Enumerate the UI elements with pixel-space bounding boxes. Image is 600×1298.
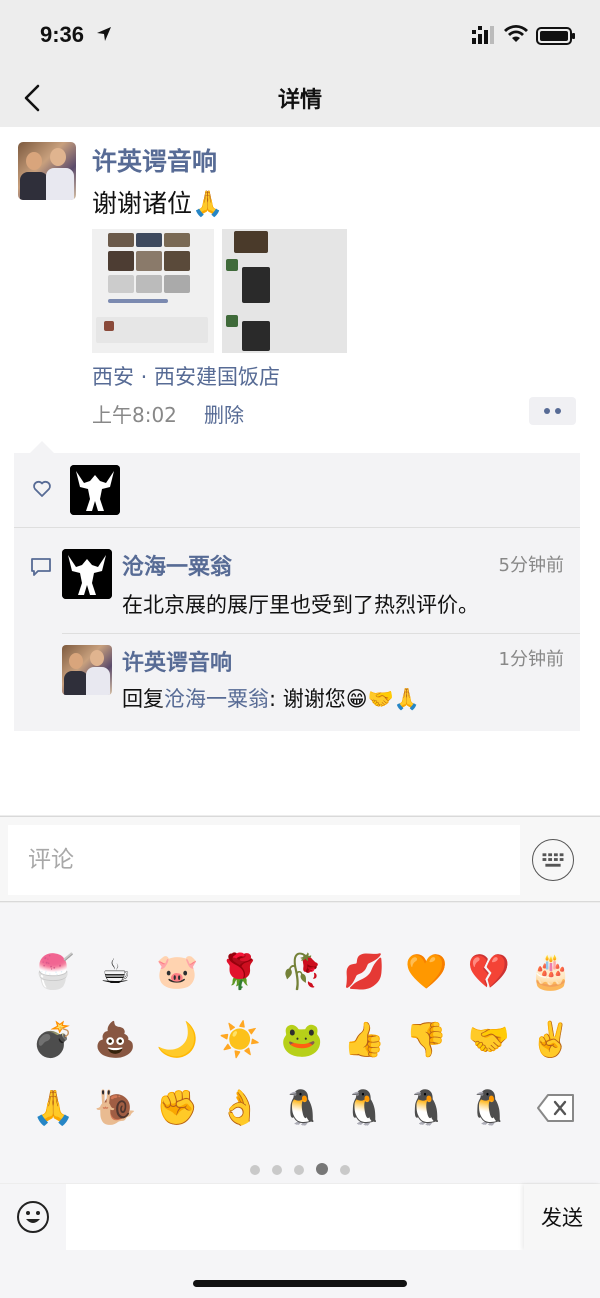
emoji-item[interactable]: 🌹 bbox=[209, 941, 271, 1003]
emoji-item[interactable]: 🐧 bbox=[333, 1077, 395, 1139]
comment-time: 5分钟前 bbox=[498, 555, 564, 576]
emoji-item[interactable]: 🐧 bbox=[395, 1077, 457, 1139]
message-field[interactable] bbox=[66, 1184, 524, 1250]
emoji-item[interactable]: 🌙 bbox=[146, 1009, 208, 1071]
liker-avatar[interactable] bbox=[70, 465, 120, 515]
author-avatar[interactable] bbox=[18, 142, 76, 200]
emoji-item[interactable]: 👍 bbox=[333, 1009, 395, 1071]
post-time: 上午8:02 bbox=[92, 403, 177, 427]
emoji-row: 🍧 ☕ 🐷 🌹 🥀 💋 🧡 💔 🎂 bbox=[22, 941, 582, 1009]
emoji-item[interactable]: 🎂 bbox=[520, 941, 582, 1003]
emoji-row: 💣 💩 🌙 ☀️ 🐸 👍 👎 🤝 ✌️ bbox=[22, 1009, 582, 1077]
emoji-item[interactable]: ✌️ bbox=[520, 1009, 582, 1071]
interaction-panel: 沧海一粟翁 5分钟前 在北京展的展厅里也受到了热烈评价。 许英谔音响 1分钟前 … bbox=[14, 453, 580, 731]
status-bar: 9:36 bbox=[0, 0, 600, 70]
emoji-item[interactable]: ☕ bbox=[84, 941, 146, 1003]
page-title: 详情 bbox=[277, 88, 322, 113]
battery-icon bbox=[536, 27, 575, 45]
emoji-item[interactable]: 🥀 bbox=[271, 941, 333, 1003]
reply-author[interactable]: 许英谔音响 bbox=[122, 645, 232, 677]
heart-icon bbox=[33, 480, 51, 497]
home-indicator[interactable] bbox=[193, 1280, 407, 1287]
emoji-grid: 🍧 ☕ 🐷 🌹 🥀 💋 🧡 💔 🎂 💣 💩 🌙 ☀️ 🐸 👍 👎 🤝 ✌️ 🙏 🐌 ✊ 👌 🐧 🐧 🐧 🐧 bbox=[22, 941, 582, 1145]
likes-row bbox=[14, 453, 580, 527]
post-author-name[interactable]: 许英谔音响 bbox=[92, 142, 217, 178]
location-arrow-icon bbox=[97, 27, 111, 41]
emoji-row: 🙏 🐌 ✊ 👌 🐧 🐧 🐧 🐧 bbox=[22, 1077, 582, 1145]
emoji-item[interactable]: ☀️ bbox=[209, 1009, 271, 1071]
emoji-item[interactable]: 🙏 bbox=[22, 1077, 84, 1139]
signal-icon bbox=[472, 26, 494, 44]
emoji-item[interactable]: 🤝 bbox=[458, 1009, 520, 1071]
comment-input[interactable] bbox=[8, 825, 520, 895]
page-dot[interactable] bbox=[250, 1165, 260, 1175]
emoji-item[interactable]: 🧡 bbox=[395, 941, 457, 1003]
post-detail: 许英谔音响 谢谢诸位🙏 西安 · 西安建国饭店 上午8:02 删除 沧海一粟翁 … bbox=[0, 127, 600, 815]
comment-text[interactable]: 在北京展的展厅里也受到了热烈评价。 bbox=[122, 589, 479, 619]
page-dot[interactable] bbox=[272, 1165, 282, 1175]
comment-input-bar bbox=[0, 816, 600, 902]
emoji-panel: 🍧 ☕ 🐷 🌹 🥀 💋 🧡 💔 🎂 💣 💩 🌙 ☀️ 🐸 👍 👎 🤝 ✌️ 🙏 🐌 ✊ 👌 🐧 🐧 🐧 🐧 bbox=[0, 903, 600, 1183]
bubble-arrow bbox=[30, 441, 54, 453]
emoji-item[interactable]: 🐧 bbox=[271, 1077, 333, 1139]
post-location[interactable]: 西安 · 西安建国饭店 bbox=[92, 361, 280, 391]
reply-to-name[interactable]: 沧海一粟翁 bbox=[164, 687, 269, 711]
comment-author[interactable]: 沧海一粟翁 bbox=[122, 549, 232, 581]
commenter-avatar[interactable] bbox=[62, 549, 112, 599]
reply-text[interactable]: 回复沧海一粟翁: 谢谢您😁🤝🙏 bbox=[122, 683, 420, 713]
backspace-icon bbox=[536, 1094, 574, 1122]
page-indicator bbox=[0, 1160, 600, 1179]
emoji-item[interactable]: 💔 bbox=[458, 941, 520, 1003]
reply-time: 1分钟前 bbox=[498, 649, 564, 670]
send-button[interactable]: 发送 bbox=[524, 1184, 600, 1250]
comment-icon bbox=[31, 558, 51, 576]
page-dot[interactable] bbox=[294, 1165, 304, 1175]
reply-author-avatar[interactable] bbox=[62, 645, 112, 695]
divider bbox=[62, 633, 580, 634]
emoji-item[interactable]: 👎 bbox=[395, 1009, 457, 1071]
wifi-icon bbox=[504, 25, 528, 42]
emoji-item[interactable]: 🐌 bbox=[84, 1077, 146, 1139]
more-actions-button[interactable] bbox=[529, 397, 576, 425]
smiley-icon[interactable] bbox=[16, 1200, 50, 1234]
home-indicator-area bbox=[0, 1250, 600, 1298]
bottom-toolbar: 发送 bbox=[0, 1184, 600, 1250]
emoji-item[interactable]: 💣 bbox=[22, 1009, 84, 1071]
page-dot[interactable] bbox=[340, 1165, 350, 1175]
emoji-item[interactable]: 🍧 bbox=[22, 941, 84, 1003]
delete-link[interactable]: 删除 bbox=[204, 399, 244, 428]
emoji-item[interactable]: ✊ bbox=[146, 1077, 208, 1139]
divider bbox=[14, 527, 580, 528]
reply-body: : 谢谢您😁🤝🙏 bbox=[269, 687, 420, 711]
keyboard-toggle-button[interactable] bbox=[532, 839, 574, 881]
emoji-item[interactable]: 🐷 bbox=[146, 941, 208, 1003]
post-image-2[interactable] bbox=[222, 229, 347, 353]
status-time: 9:36 bbox=[40, 22, 85, 47]
emoji-item[interactable]: 🐧 bbox=[458, 1077, 520, 1139]
nav-bar: 详情 bbox=[0, 70, 600, 126]
backspace-button[interactable] bbox=[520, 1077, 582, 1139]
reply-prefix: 回复 bbox=[122, 687, 164, 711]
keyboard-icon bbox=[542, 853, 564, 867]
post-image-1[interactable] bbox=[92, 229, 214, 353]
emoji-item[interactable]: 💋 bbox=[333, 941, 395, 1003]
emoji-item[interactable]: 💩 bbox=[84, 1009, 146, 1071]
post-text: 谢谢诸位🙏 bbox=[92, 189, 224, 218]
emoji-item[interactable]: 🐸 bbox=[271, 1009, 333, 1071]
page-dot[interactable] bbox=[316, 1163, 328, 1175]
emoji-item[interactable]: 👌 bbox=[209, 1077, 271, 1139]
